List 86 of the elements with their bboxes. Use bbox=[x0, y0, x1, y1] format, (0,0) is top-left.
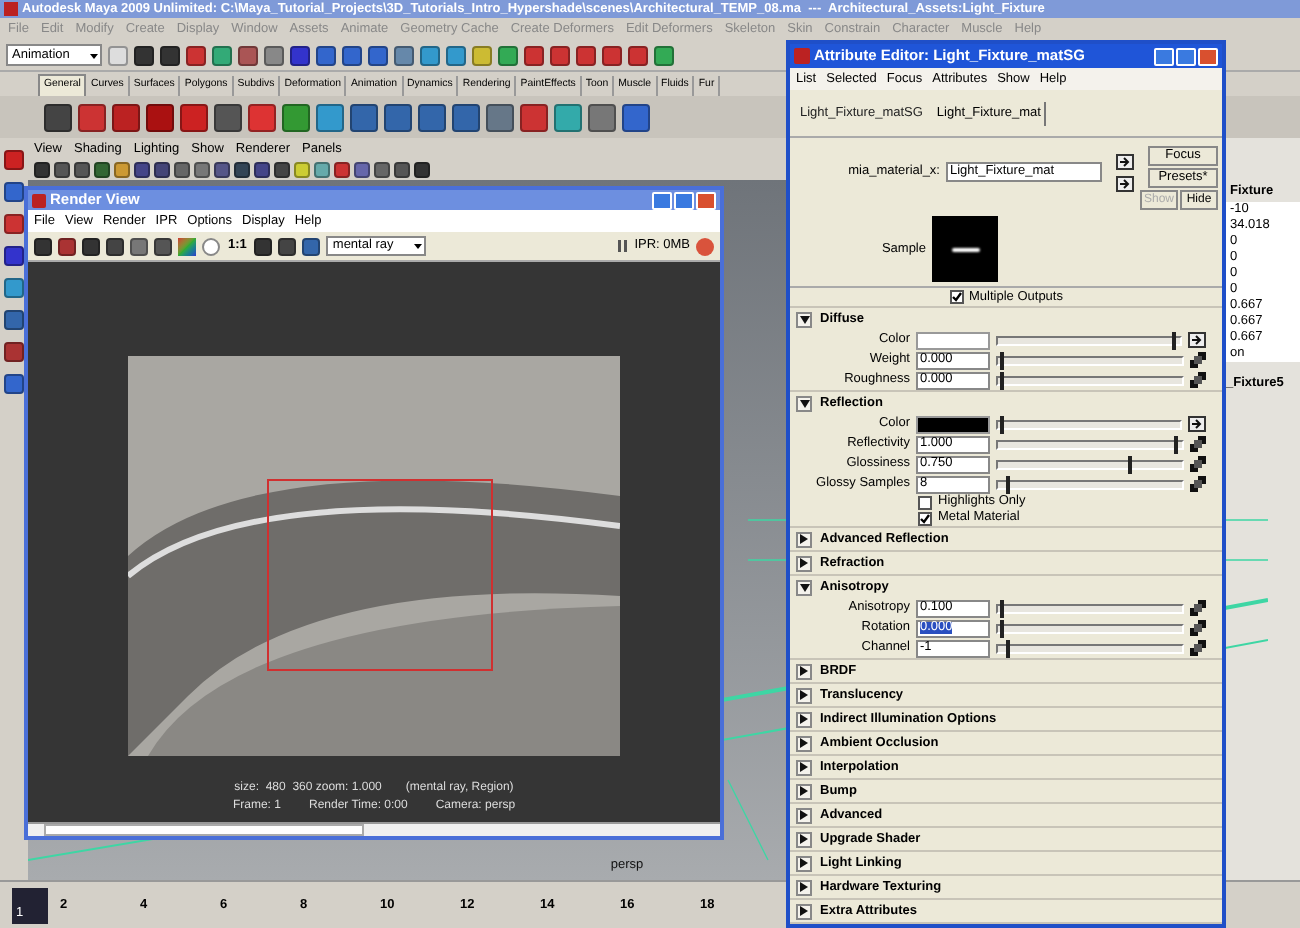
slider-track[interactable] bbox=[996, 419, 1182, 429]
input-connect-icon[interactable] bbox=[1188, 332, 1206, 348]
slider-thumb[interactable] bbox=[1174, 435, 1179, 453]
slider-thumb[interactable] bbox=[999, 599, 1004, 617]
shelf-tool-icon[interactable] bbox=[112, 103, 140, 131]
slider-track[interactable] bbox=[996, 439, 1184, 449]
slider-track[interactable] bbox=[996, 459, 1184, 469]
app-logo-icon bbox=[32, 193, 46, 207]
shelf-tool-icon[interactable] bbox=[622, 103, 650, 131]
maximize-button[interactable] bbox=[1176, 47, 1196, 65]
checker-icon[interactable] bbox=[1190, 352, 1206, 368]
section-toggle[interactable] bbox=[796, 311, 812, 327]
checker-icon[interactable] bbox=[1190, 600, 1206, 616]
section-toggle[interactable] bbox=[796, 579, 812, 595]
input-connect-icon[interactable] bbox=[1116, 175, 1134, 191]
checker-icon[interactable] bbox=[1190, 436, 1206, 452]
slider-thumb[interactable] bbox=[1005, 639, 1010, 657]
slider-thumb[interactable] bbox=[999, 415, 1004, 433]
section-toggle[interactable] bbox=[796, 903, 812, 919]
slider-thumb[interactable] bbox=[999, 351, 1004, 369]
section-toggle[interactable] bbox=[796, 711, 812, 727]
slider-track[interactable] bbox=[996, 375, 1184, 385]
app-logo-icon bbox=[4, 2, 18, 16]
section-toggle[interactable] bbox=[796, 879, 812, 895]
slider-track[interactable] bbox=[996, 479, 1184, 489]
section-toggle[interactable] bbox=[796, 831, 812, 847]
shelf-tool-icon[interactable] bbox=[350, 103, 378, 131]
material-swatch bbox=[932, 216, 998, 282]
checkbox[interactable] bbox=[949, 290, 964, 304]
close-button[interactable] bbox=[1198, 47, 1218, 65]
checkbox[interactable] bbox=[918, 495, 932, 509]
section-toggle[interactable] bbox=[796, 855, 812, 871]
section-toggle[interactable] bbox=[796, 783, 812, 799]
horizontal-scrollbar[interactable] bbox=[28, 822, 720, 836]
checker-icon[interactable] bbox=[1190, 620, 1206, 636]
pause-icon[interactable] bbox=[618, 240, 629, 252]
shelf-tool-icon[interactable] bbox=[214, 103, 242, 131]
section-toggle[interactable] bbox=[796, 395, 812, 411]
shelf-tool-icon[interactable] bbox=[180, 103, 208, 131]
checker-icon[interactable] bbox=[1190, 476, 1206, 492]
dropdown-caret-icon bbox=[412, 240, 425, 252]
checker-icon[interactable] bbox=[1190, 372, 1206, 388]
close-button[interactable] bbox=[696, 191, 716, 209]
maximize-button[interactable] bbox=[674, 191, 694, 209]
app-logo-icon bbox=[794, 48, 810, 64]
slider-track[interactable] bbox=[996, 603, 1184, 613]
section-toggle[interactable] bbox=[796, 687, 812, 703]
shelf-tool-icon[interactable] bbox=[384, 103, 412, 131]
section-toggle[interactable] bbox=[796, 555, 812, 571]
section-toggle[interactable] bbox=[796, 759, 812, 775]
slider-thumb[interactable] bbox=[1128, 455, 1133, 473]
slider-track[interactable] bbox=[996, 623, 1184, 633]
shelf-tool-icon[interactable] bbox=[452, 103, 480, 131]
shelf-tool-icon[interactable] bbox=[282, 103, 310, 131]
checker-icon[interactable] bbox=[1190, 456, 1206, 472]
section-toggle[interactable] bbox=[796, 735, 812, 751]
minimize-button[interactable] bbox=[1154, 47, 1174, 65]
color-swatch[interactable] bbox=[916, 415, 990, 433]
checkbox[interactable] bbox=[918, 511, 932, 525]
shelf-tool-icon[interactable] bbox=[248, 103, 276, 131]
input-connect-icon[interactable] bbox=[1116, 153, 1134, 169]
section-toggle[interactable] bbox=[796, 807, 812, 823]
shelf-tool-icon[interactable] bbox=[316, 103, 344, 131]
dropdown-caret-icon bbox=[88, 49, 100, 61]
checker-icon[interactable] bbox=[1190, 640, 1206, 656]
stop-icon[interactable] bbox=[696, 237, 714, 255]
color-channels-icon[interactable] bbox=[178, 237, 196, 255]
shelf-tool-icon[interactable] bbox=[486, 103, 514, 131]
input-connect-icon[interactable] bbox=[1188, 416, 1206, 432]
shelf-tool-icon[interactable] bbox=[44, 103, 72, 131]
section-toggle[interactable] bbox=[796, 531, 812, 547]
slider-thumb[interactable] bbox=[999, 371, 1004, 389]
shelf-tool-icon[interactable] bbox=[146, 103, 174, 131]
slider-track[interactable] bbox=[996, 335, 1182, 345]
shelf-tool-icon[interactable] bbox=[588, 103, 616, 131]
slider-track[interactable] bbox=[996, 643, 1184, 653]
color-swatch[interactable] bbox=[916, 331, 990, 349]
shelf-tool-icon[interactable] bbox=[520, 103, 548, 131]
slider-thumb[interactable] bbox=[999, 619, 1004, 637]
slider-thumb[interactable] bbox=[1172, 331, 1177, 349]
minimize-button[interactable] bbox=[652, 191, 672, 209]
slider-track[interactable] bbox=[996, 355, 1184, 365]
shelf-tool-icon[interactable] bbox=[78, 103, 106, 131]
section-toggle[interactable] bbox=[796, 663, 812, 679]
shelf-tool-icon[interactable] bbox=[418, 103, 446, 131]
slider-thumb[interactable] bbox=[1005, 475, 1010, 493]
